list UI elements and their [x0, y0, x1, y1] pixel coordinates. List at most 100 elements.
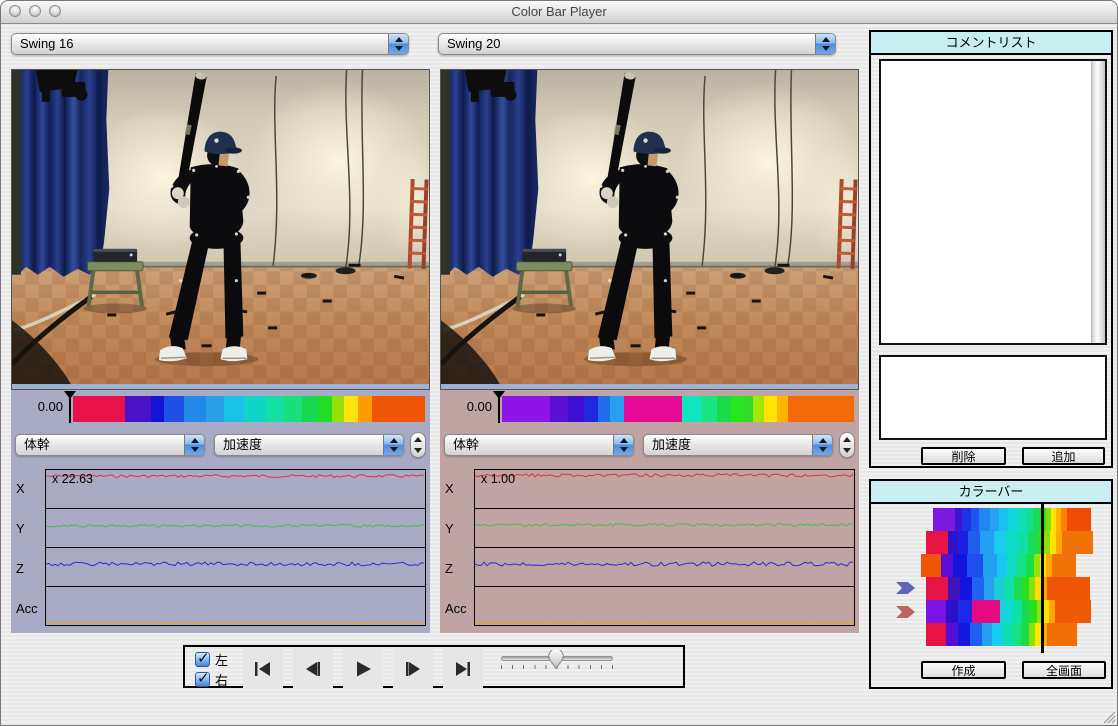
graph-row-z	[45, 547, 426, 587]
right-joint-select[interactable]: 体幹	[444, 434, 634, 456]
heatmap-row	[921, 600, 1095, 623]
add-comment-button[interactable]: 追加	[1022, 447, 1105, 465]
colorbar-segment	[244, 396, 266, 422]
right-joint-value: 体幹	[453, 435, 479, 455]
graph-axis-label: X	[11, 469, 45, 509]
heatmap-cell	[1033, 508, 1040, 531]
skip-to-end-button[interactable]	[443, 649, 483, 688]
heatmap-cell	[955, 508, 962, 531]
left-metric-select[interactable]: 加速度	[214, 434, 404, 456]
step-back-icon	[301, 657, 325, 681]
heatmap-cell	[926, 623, 946, 646]
popup-arrows-icon	[388, 34, 408, 54]
heatmap-cell	[992, 623, 1002, 646]
popup-arrows-icon	[815, 34, 835, 54]
play-button[interactable]	[343, 649, 383, 688]
heatmap-cell	[948, 577, 960, 600]
step-forward-button[interactable]	[393, 649, 433, 688]
graph-row-x: x 22.63	[45, 469, 426, 509]
zoom-button[interactable]	[49, 5, 61, 17]
heatmap-cell	[1004, 577, 1014, 600]
playhead-marker[interactable]	[69, 392, 71, 423]
comment-list[interactable]	[879, 59, 1107, 345]
popup-arrows-icon	[383, 435, 403, 455]
graph-axis-label: Z	[11, 549, 45, 589]
heatmap-row	[921, 577, 1095, 600]
colorbar-segment	[731, 396, 743, 422]
heatmap-cell	[1014, 577, 1022, 600]
left-video-checkbox[interactable]	[195, 652, 210, 667]
heatmap-cell	[999, 508, 1008, 531]
step-forward-icon	[401, 657, 425, 681]
left-clip-value: Swing 16	[20, 34, 73, 54]
heatmap-cell	[948, 531, 958, 554]
right-graph-labels: XYZAcc	[440, 469, 474, 629]
heatmap-cursor-line[interactable]	[1041, 503, 1044, 653]
colorbar-segment	[125, 396, 151, 422]
heatmap-cell	[1012, 600, 1022, 623]
title-bar: Color Bar Player	[1, 1, 1117, 24]
comment-input[interactable]	[879, 355, 1107, 440]
heatmap-cell	[1022, 577, 1029, 600]
heatmap-row	[921, 531, 1095, 554]
heatmap-cell	[1047, 623, 1077, 646]
left-analysis-panel: 0.00 体幹 加速度 XYZAcc x 22.63	[11, 390, 430, 633]
heatmap-cell	[990, 508, 999, 531]
right-clip-select[interactable]: Swing 20	[438, 33, 836, 55]
time-value: 0.00	[454, 399, 492, 414]
left-joint-select[interactable]: 体幹	[15, 434, 205, 456]
heatmap-cell	[980, 531, 994, 554]
colorbar-segment	[743, 396, 753, 422]
heatmap-cell	[926, 531, 948, 554]
heatmap-cell	[1022, 600, 1030, 623]
close-button[interactable]	[9, 5, 21, 17]
resize-grip[interactable]	[1102, 710, 1115, 723]
step-back-button[interactable]	[293, 649, 333, 688]
colorbar-segment	[164, 396, 184, 422]
right-video-image	[440, 69, 859, 390]
left-clip-select[interactable]: Swing 16	[11, 33, 409, 55]
right-video-checkbox[interactable]	[195, 672, 210, 687]
skip-to-start-button[interactable]	[243, 649, 283, 688]
colorbar-segment	[151, 396, 164, 422]
left-scale-stepper[interactable]	[410, 432, 426, 458]
heatmap-cell	[958, 623, 970, 646]
heatmap-cell	[1052, 554, 1076, 577]
heatmap-cell	[1026, 508, 1033, 531]
timeline-colorbar	[73, 396, 425, 422]
colorbar-segment	[777, 396, 788, 422]
scale-multiplier: x 22.63	[52, 472, 93, 486]
comment-list-scrollbar[interactable]	[1091, 61, 1105, 343]
left-video-image	[11, 69, 430, 390]
window-title: Color Bar Player	[1, 1, 1117, 23]
left-video-checkbox-row: 左 右	[195, 650, 228, 688]
speed-slider[interactable]	[501, 656, 621, 669]
delete-comment-button[interactable]: 削除	[921, 447, 1006, 465]
heatmap-cell	[960, 577, 972, 600]
heatmap-cell	[994, 577, 1004, 600]
slider-thumb[interactable]	[548, 650, 564, 669]
right-scale-stepper[interactable]	[839, 432, 855, 458]
heatmap-cell	[971, 508, 979, 531]
graph-row-acc	[45, 586, 426, 626]
colorbar-segment	[372, 396, 425, 422]
row-marker-arrow-red	[896, 606, 915, 618]
heatmap-row	[921, 554, 1095, 577]
skip-start-icon	[251, 657, 275, 681]
heatmap-cell	[983, 554, 997, 577]
fullscreen-button[interactable]: 全画面	[1022, 661, 1106, 679]
colorbar-segment	[764, 396, 777, 422]
heatmap-cell	[958, 531, 968, 554]
colorbar-segment	[184, 396, 206, 422]
heatmap-cell	[1030, 600, 1037, 623]
playhead-marker[interactable]	[498, 392, 500, 423]
create-colorbar-button[interactable]: 作成	[921, 661, 1006, 679]
row-marker-arrow-blue	[896, 582, 915, 594]
colorbar-segment	[717, 396, 731, 422]
time-value: 0.00	[25, 399, 63, 414]
heatmap-cell	[994, 531, 1006, 554]
graph-row-y	[45, 508, 426, 548]
minimize-button[interactable]	[29, 5, 41, 17]
heatmap-cell	[968, 531, 980, 554]
right-metric-select[interactable]: 加速度	[643, 434, 833, 456]
